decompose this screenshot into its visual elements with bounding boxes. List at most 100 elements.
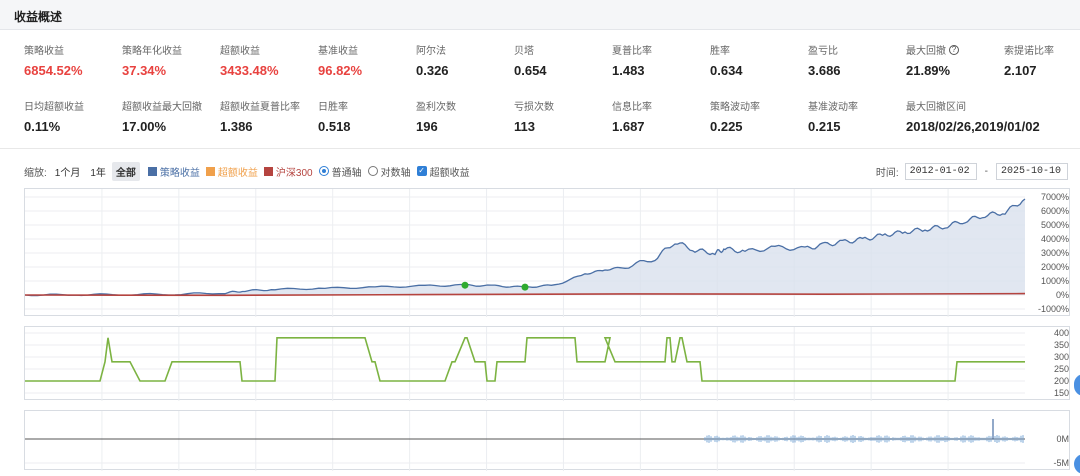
stat-item: 贝塔 0.654: [514, 42, 612, 78]
stat-item: 超额收益最大回撤 17.00%: [122, 98, 220, 134]
stat-label-text: 索提诺比率: [1004, 46, 1054, 57]
legend-strategy-label: 策略收益: [159, 167, 200, 179]
stat-value: 96.82%: [318, 63, 363, 78]
volume-chart[interactable]: 0M -5M: [24, 410, 1070, 471]
axis-log-label: 对数轴: [380, 167, 411, 179]
stat-value: 1.386: [220, 119, 253, 134]
legend-benchmark-label: 沪深300: [275, 167, 313, 179]
stat-value: 0.654: [514, 63, 547, 78]
stat-label: 超额收益最大回撤: [122, 98, 220, 113]
excess-toggle-checkbox[interactable]: ✓ 超额收益: [416, 164, 470, 179]
stat-item: 日均超额收益 0.11%: [24, 98, 122, 134]
position-chart[interactable]: 400 350 300 250 200 150: [24, 326, 1070, 401]
stat-label-text: 信息比率: [612, 102, 652, 113]
stat-label: 盈利次数: [416, 98, 514, 113]
stat-value: 0.225: [710, 119, 743, 134]
stat-value: 113: [514, 119, 535, 134]
zoom-label: 缩放:: [24, 167, 47, 179]
axis-normal-radio[interactable]: 普通轴: [318, 164, 362, 179]
y-tick-label: 300: [1054, 352, 1069, 362]
start-date-input[interactable]: [904, 162, 977, 180]
returns-chart-svg: 7000% 6000% 5000% 4000% 3000% 2000% 1000% 0% -10…: [25, 189, 1069, 317]
stat-item: 最大回撤区间 2018/02/26,2019/01/02: [906, 98, 1076, 134]
stat-label-text: 贝塔: [514, 46, 534, 57]
stat-label: 基准收益: [318, 42, 416, 57]
stat-item: 日胜率 0.518: [318, 98, 416, 134]
stat-label: 盈亏比: [808, 42, 906, 57]
stat-item: 最大回撤? 21.89%: [906, 42, 1004, 78]
stat-value: 0.215: [808, 119, 841, 134]
zoom-1-month-button[interactable]: 1个月: [51, 162, 85, 181]
stat-value: 1.687: [612, 119, 645, 134]
y-tick-label: 4000%: [1041, 234, 1069, 244]
stat-label-text: 亏损次数: [514, 102, 554, 113]
stat-label: 超额收益: [220, 42, 318, 57]
stat-value: 1.483: [612, 63, 645, 78]
stat-item: 夏普比率 1.483: [612, 42, 710, 78]
y-tick-label: 5000%: [1041, 220, 1069, 230]
stat-item: 胜率 0.634: [710, 42, 808, 78]
stat-label: 信息比率: [612, 98, 710, 113]
legend-excess[interactable]: 超额收益: [205, 164, 258, 179]
zoom-1-year-button[interactable]: 1年: [86, 162, 110, 181]
end-date-input[interactable]: [996, 162, 1068, 180]
y-tick-label: 0%: [1056, 290, 1069, 300]
stat-label-text: 阿尔法: [416, 46, 446, 57]
radio-checked-icon: [318, 166, 329, 176]
legend-benchmark[interactable]: 沪深300: [263, 164, 313, 179]
volume-scroll-handle[interactable]: [1074, 454, 1080, 474]
stat-label-text: 最大回撤区间: [906, 102, 966, 113]
legend-strategy[interactable]: 策略收益: [147, 164, 200, 179]
stat-item: 超额收益夏普比率 1.386: [220, 98, 318, 134]
stat-value: 0.11%: [24, 119, 61, 134]
stat-label: 策略收益: [24, 42, 122, 57]
stat-item: 索提诺比率 2.107: [1004, 42, 1080, 78]
returns-chart[interactable]: 7000% 6000% 5000% 4000% 3000% 2000% 1000% 0% -10…: [24, 188, 1070, 317]
axis-log-radio[interactable]: 对数轴: [367, 164, 411, 179]
page-title: 收益概述: [14, 10, 63, 24]
stat-label-text: 策略年化收益: [122, 46, 182, 57]
y-tick-label: 3000%: [1041, 248, 1069, 258]
stat-value: 6854.52%: [24, 63, 83, 78]
stat-label-text: 超额收益最大回撤: [122, 102, 202, 113]
stat-item: 超额收益 3433.48%: [220, 42, 318, 78]
y-tick-label: 7000%: [1041, 192, 1069, 202]
excess-toggle-label: 超额收益: [429, 167, 470, 179]
checkbox-checked-icon: ✓: [416, 166, 427, 176]
stat-item: 盈亏比 3.686: [808, 42, 906, 78]
position-scroll-handle[interactable]: [1074, 374, 1080, 396]
stat-label: 阿尔法: [416, 42, 514, 57]
time-range: 时间: -: [876, 162, 1074, 180]
stat-item: 基准收益 96.82%: [318, 42, 416, 78]
stat-item: 阿尔法 0.326: [416, 42, 514, 78]
chart-toolbar: 缩放: 1个月 1年 全部 策略收益 超额收益 沪深300 普通轴 对数轴 ✓ …: [24, 161, 470, 181]
stat-item: 策略波动率 0.225: [710, 98, 808, 134]
stat-item: 亏损次数 113: [514, 98, 612, 134]
time-label: 时间:: [875, 167, 899, 179]
stat-value: 0.518: [318, 119, 351, 134]
stat-label: 最大回撤?: [906, 42, 1004, 57]
section-divider: [0, 148, 1080, 149]
stat-value: 3433.48%: [220, 63, 279, 78]
time-separator: -: [984, 165, 988, 177]
zoom-all-button[interactable]: 全部: [111, 161, 140, 181]
y-tick-label: 2000%: [1041, 262, 1069, 272]
stat-label: 夏普比率: [612, 42, 710, 57]
stat-label-text: 基准收益: [318, 46, 358, 57]
stat-label: 最大回撤区间: [906, 98, 1076, 113]
y-tick-label: 1000%: [1041, 276, 1069, 286]
help-icon[interactable]: ?: [949, 44, 959, 55]
stat-label: 胜率: [710, 42, 808, 57]
stat-value: 2018/02/26,2019/01/02: [906, 119, 1040, 134]
trade-marker: [461, 281, 469, 289]
stat-value: 3.686: [808, 63, 841, 78]
stat-item: 基准波动率 0.215: [808, 98, 906, 134]
stat-label: 策略波动率: [710, 98, 808, 113]
stat-label-text: 盈利次数: [416, 102, 456, 113]
stat-label: 亏损次数: [514, 98, 612, 113]
y-tick-label: 0M: [1056, 434, 1069, 444]
y-tick-label: 350: [1054, 340, 1069, 350]
stat-item: 策略年化收益 37.34%: [122, 42, 220, 78]
header-bar: 收益概述: [0, 0, 1080, 30]
stat-value: 21.89%: [906, 63, 951, 78]
